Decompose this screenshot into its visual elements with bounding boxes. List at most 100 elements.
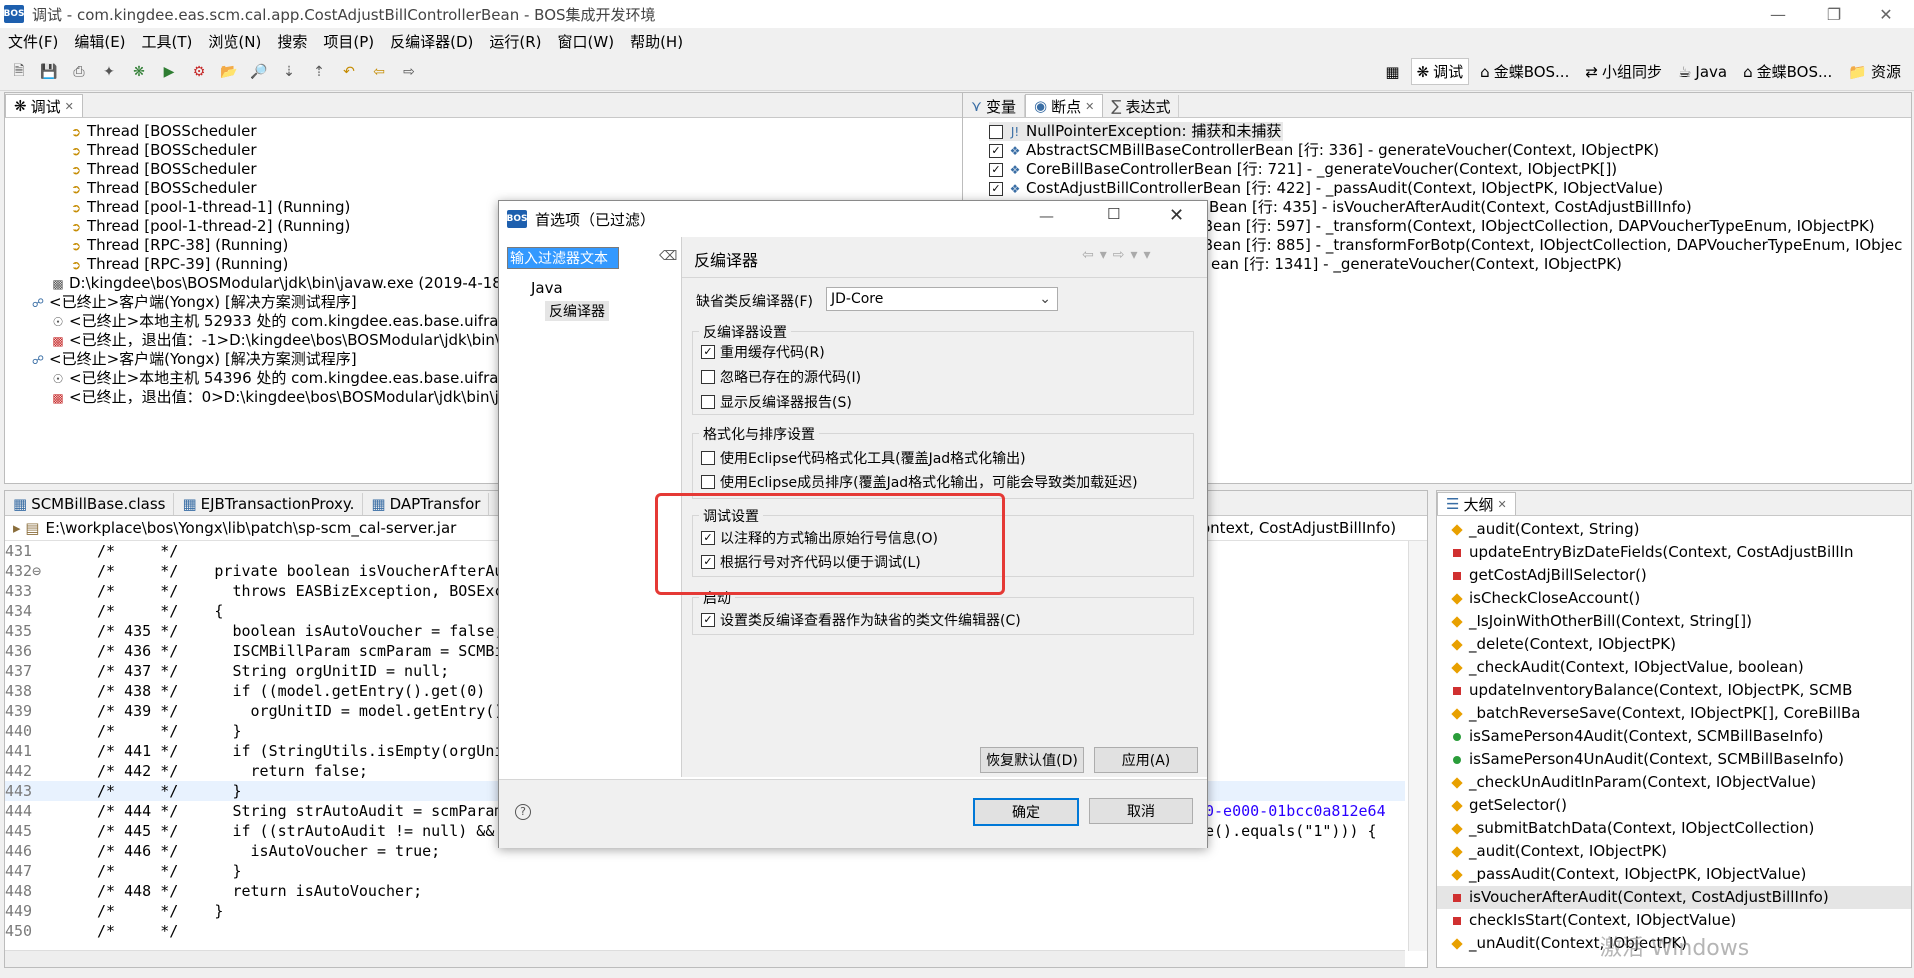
outline-item[interactable]: isVoucherAfterAudit(Context, CostAdjustB… [1437,886,1911,909]
breakpoint-row[interactable]: ✓ ❖ CoreBillBaseControllerBean [行: 721] - … [989,160,1911,179]
tab-editor-scmbillbase[interactable]: ▦ SCMBillBase.class [5,493,175,515]
outline-item[interactable]: _audit(Context, String) [1437,518,1911,541]
dialog-maximize-button[interactable]: ☐ [1107,205,1120,223]
ok-button[interactable]: 确定 [973,798,1079,826]
new-icon[interactable]: 🗎 [8,61,30,83]
eclipse-formatter-checkbox[interactable]: 使用Eclipse代码格式化工具(覆盖Jad格式化输出) [701,448,1026,468]
tab-expressions[interactable]: ∑ 表达式 [1103,95,1180,117]
menu-navigate[interactable]: 浏览(N) [208,31,261,52]
default-class-viewer-checkbox[interactable]: ✓ 设置类反编译查看器作为缺省的类文件编辑器(C) [701,610,1021,630]
menu-project[interactable]: 项目(P) [323,31,374,52]
maximize-button[interactable]: ❐ [1806,0,1862,28]
exception-icon: J! [1010,124,1020,139]
restore-defaults-button[interactable]: 恢复默认值(D) [980,747,1084,773]
breakpoint-row[interactable]: J! NullPointerException: 捕获和未捕获 [989,122,1283,141]
ignore-existing-source-checkbox[interactable]: 忽略已存在的源代码(I) [701,367,861,387]
tree-row[interactable]: ➲ Thread [BOSScheduler [5,160,963,179]
outline-item[interactable]: updateInventoryBalance(Context, IObjectP… [1437,679,1911,702]
outline-item[interactable]: isSamePerson4Audit(Context, SCMBillBaseI… [1437,725,1911,748]
reuse-cache-checkbox[interactable]: ✓ 重用缓存代码(R) [701,342,825,362]
filter-input[interactable] [507,247,619,269]
outline-item[interactable]: checkIsStart(Context, IObjectValue) [1437,909,1911,932]
tree-item-decompiler[interactable]: 反编译器 [545,301,609,321]
perspective-debug[interactable]: ❋ 调试 [1410,58,1470,85]
wizard-icon[interactable]: ✦ [98,61,120,83]
outline-item[interactable]: _IsJoinWithOtherBill(Context, String[]) [1437,610,1911,633]
dialog-minimize-button[interactable]: — [1039,207,1054,225]
run-icon[interactable]: ▶ [158,61,180,83]
preferences-dialog: BOS 首选项（已过滤） — ☐ ✕ ⌫ Java 反编译器 反编译器 ⇦▾⇨▾… [498,200,1208,848]
prev-annotation-icon[interactable]: ⇡ [308,61,330,83]
tab-breakpoints[interactable]: ◉ 断点 ✕ [1025,94,1104,117]
show-report-checkbox[interactable]: 显示反编译器报告(S) [701,392,852,412]
outline-item[interactable]: _audit(Context, IObjectPK) [1437,840,1911,863]
save-icon[interactable]: 💾 [38,61,60,83]
close-icon[interactable]: ✕ [65,100,74,113]
cancel-button[interactable]: 取消 [1089,798,1193,824]
breakpoint-row[interactable]: ✓ ❖ CostAdjustBillControllerBean [行: 422] … [989,179,1911,198]
help-icon[interactable]: ? [515,804,531,820]
eclipse-sort-checkbox[interactable]: 使用Eclipse成员排序(覆盖Jad格式化输出，可能会导致类加载延迟) [701,472,1138,492]
tree-item-java[interactable]: Java [531,279,563,297]
outline-item[interactable]: getCostAdjBillSelector() [1437,564,1911,587]
dialog-close-button[interactable]: ✕ [1169,205,1184,226]
perspective-kingdee-bos-2[interactable]: ⌂ 金蝶BOS... [1738,59,1837,84]
tab-variables[interactable]: ⋎ 变量 [963,95,1026,117]
print-icon[interactable]: ⎙ [68,61,90,83]
close-icon[interactable]: ✕ [1497,498,1506,511]
outline-item[interactable]: getSelector() [1437,794,1911,817]
outline-item[interactable]: _passAudit(Context, IObjectPK, IObjectVa… [1437,863,1911,886]
tab-outline[interactable]: ☰ 大纲 ✕ [1437,492,1516,515]
outline-item[interactable]: _checkUnAuditInParam(Context, IObjectVal… [1437,771,1911,794]
menu-edit[interactable]: 编辑(E) [74,31,125,52]
breakpoint-checkbox[interactable]: ✓ [989,162,1003,177]
menu-tools[interactable]: 工具(T) [142,31,193,52]
outline-item[interactable]: updateEntryBizDateFields(Context, CostAd… [1437,541,1911,564]
close-icon[interactable]: ✕ [1085,100,1094,113]
menu-window[interactable]: 窗口(W) [558,31,615,52]
forward-icon[interactable]: ⇨ [398,61,420,83]
open-perspective-icon[interactable]: ▦ [1380,61,1404,83]
menu-file[interactable]: 文件(F) [8,31,58,52]
default-decompiler-select[interactable]: JD-Core ⌄ [826,287,1058,311]
tree-row[interactable]: ➲ Thread [BOSScheduler [5,122,963,141]
tab-debug[interactable]: ❋ 调试 ✕ [5,94,83,117]
outline-item[interactable]: _batchReverseSave(Context, IObjectPK[], … [1437,702,1911,725]
breakpoint-checkbox[interactable] [989,124,1003,139]
debug-icon[interactable]: ❋ [128,61,150,83]
perspective-resource[interactable]: 📁 资源 [1843,59,1906,84]
outline-item[interactable]: isCheckCloseAccount() [1437,587,1911,610]
external-tools-icon[interactable]: ⚙ [188,61,210,83]
outline-item[interactable]: _checkAudit(Context, IObjectValue, boole… [1437,656,1911,679]
clear-filter-icon[interactable]: ⌫ [659,249,677,264]
close-button[interactable]: ✕ [1858,0,1914,28]
breakpoint-checkbox[interactable]: ✓ [989,143,1003,158]
breakpoint-row[interactable]: ✓ ❖ AbstractSCMBillBaseControllerBean [行: … [989,141,1911,160]
vertical-scrollbar[interactable] [1408,541,1427,951]
perspective-kingdee-bos-1[interactable]: ⌂ 金蝶BOS... [1475,59,1574,84]
tab-editor-daptransfor[interactable]: ▦ DAPTransfor [363,493,490,515]
nav-arrows[interactable]: ⇦▾⇨▾▾ [1082,247,1157,263]
title-bar: BOS 调试 - com.kingdee.eas.scm.cal.app.Cos… [0,0,1914,28]
breakpoint-checkbox[interactable]: ✓ [989,181,1003,196]
outline-item[interactable]: _submitBatchData(Context, IObjectCollect… [1437,817,1911,840]
menu-run[interactable]: 运行(R) [489,31,541,52]
open-type-icon[interactable]: 📂 [218,61,240,83]
next-annotation-icon[interactable]: ⇣ [278,61,300,83]
minimize-button[interactable]: — [1750,0,1806,28]
outline-item[interactable]: isSamePerson4UnAudit(Context, SCMBillBas… [1437,748,1911,771]
menu-decompiler[interactable]: 反编译器(D) [390,31,473,52]
tab-editor-ejbtransaction[interactable]: ▦ EJBTransactionProxy. [174,493,364,515]
perspective-team-sync[interactable]: ⇄ 小组同步 [1580,59,1667,84]
last-edit-icon[interactable]: ↶ [338,61,360,83]
tree-row[interactable]: ➲ Thread [BOSScheduler [5,141,963,160]
perspective-java[interactable]: ☕ Java [1673,61,1732,83]
menu-help[interactable]: 帮助(H) [630,31,683,52]
horizontal-scrollbar[interactable] [5,950,1405,967]
menu-search[interactable]: 搜索 [277,31,307,52]
outline-item[interactable]: _delete(Context, IObjectPK) [1437,633,1911,656]
back-icon[interactable]: ⇦ [368,61,390,83]
apply-button[interactable]: 应用(A) [1094,747,1198,773]
search-icon[interactable]: 🔎 [248,61,270,83]
tree-row[interactable]: ➲ Thread [BOSScheduler [5,179,963,198]
